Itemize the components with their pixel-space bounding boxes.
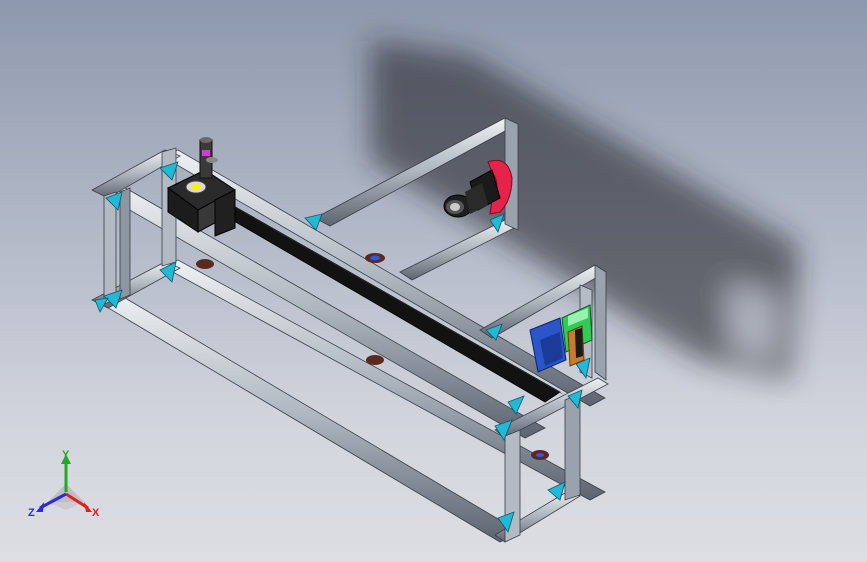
triad-z-arrow-icon	[36, 502, 44, 512]
triad-z-label: Z	[28, 507, 35, 519]
3d-model-scene[interactable]	[0, 0, 867, 562]
cad-viewport[interactable]: Y X Z	[0, 0, 867, 562]
orientation-triad[interactable]: Y X Z	[26, 450, 106, 522]
triad-x-label: X	[92, 507, 100, 519]
triad-y-label: Y	[62, 450, 70, 461]
triad-x-arrow-icon	[84, 502, 92, 512]
